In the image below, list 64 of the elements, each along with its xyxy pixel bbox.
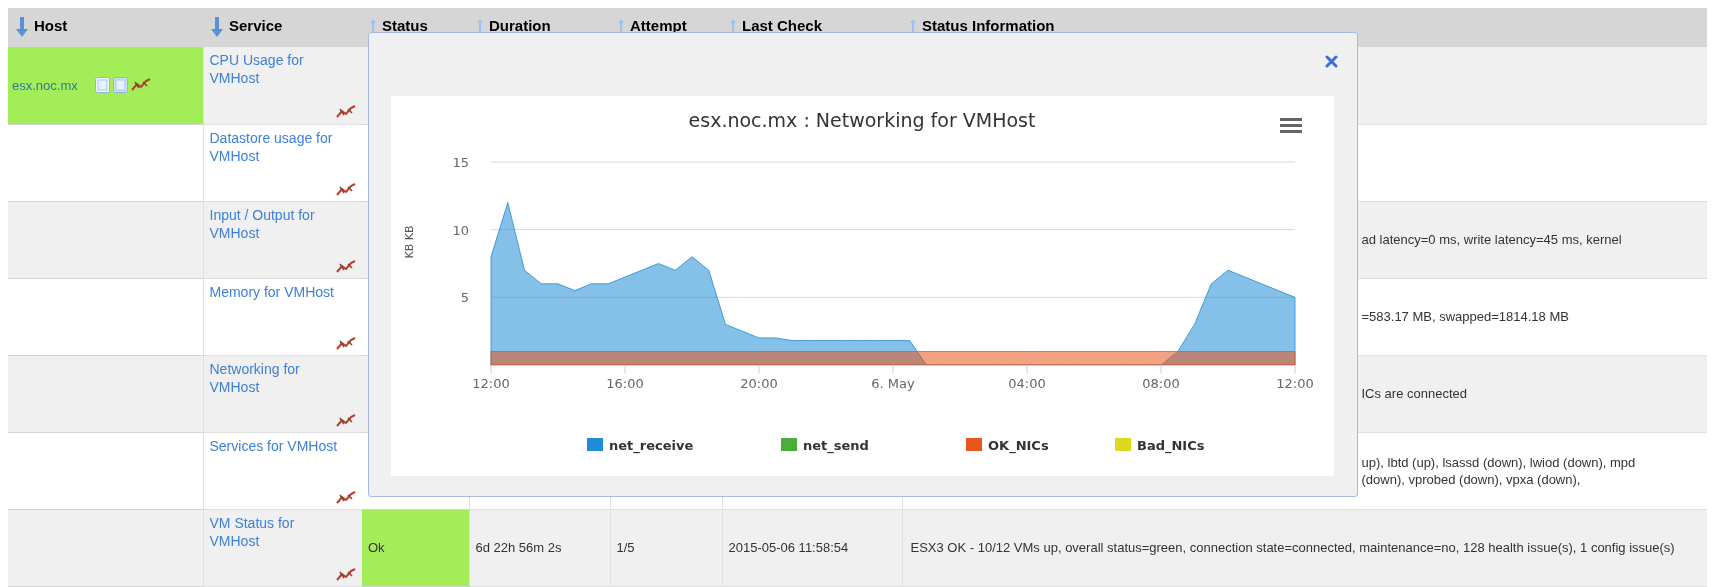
cell-text: 6d 22h 56m 2s bbox=[475, 539, 562, 555]
sort-arrow-icon[interactable] bbox=[211, 17, 223, 37]
service-link[interactable]: Memory for VMHost bbox=[209, 282, 338, 301]
close-button[interactable] bbox=[1323, 53, 1339, 69]
axis-tick-label: 12:00 bbox=[472, 376, 510, 391]
legend-swatch[interactable] bbox=[966, 438, 982, 451]
status-text: ESX3 OK - 10/12 VMs up, overall status=green, connection state=connected, maintenance=no, 128 health issue(s), 1 config issue(s) bbox=[910, 539, 1676, 556]
sort-arrow-icon[interactable] bbox=[477, 19, 483, 33]
service-link[interactable]: Input / Output for VMHost bbox=[209, 205, 338, 242]
column-header[interactable]: Status Information bbox=[922, 17, 1055, 35]
menu-icon[interactable] bbox=[1280, 118, 1302, 133]
graph-icon[interactable] bbox=[336, 413, 356, 428]
axis-tick-label: 20:00 bbox=[740, 376, 778, 391]
graph-icon[interactable] bbox=[130, 78, 151, 93]
column-header[interactable]: Service bbox=[229, 17, 283, 35]
legend-label[interactable]: net_send bbox=[803, 438, 869, 453]
axis-tick-label: 12:00 bbox=[1276, 376, 1314, 391]
window-icon[interactable] bbox=[94, 77, 110, 94]
graph-icon[interactable] bbox=[336, 259, 356, 274]
axis-tick-label: 16:00 bbox=[606, 376, 644, 391]
graph-icon[interactable] bbox=[336, 567, 356, 582]
status-text: ad latency=0 ms, write latency=45 ms, kernel bbox=[1361, 231, 1623, 248]
axis-tick-label: 10 bbox=[452, 222, 469, 238]
service-link[interactable]: Datastore usage for VMHost bbox=[209, 128, 338, 165]
sort-arrow-icon[interactable] bbox=[910, 19, 916, 33]
axis-title: KB KB bbox=[403, 225, 416, 259]
legend-swatch[interactable] bbox=[587, 438, 603, 451]
legend-label[interactable]: OK_NICs bbox=[988, 438, 1049, 453]
column-header[interactable]: Duration bbox=[489, 17, 551, 35]
cell-text: 1/5 bbox=[616, 539, 635, 555]
axis-tick-label: 5 bbox=[460, 290, 469, 306]
legend-label[interactable]: net_receive bbox=[609, 438, 694, 453]
status-text: up), lbtd (up), lsassd (down), lwiod (down), mpd (down), vprobed (down), vpxa (down), bbox=[1361, 453, 1637, 488]
column-header[interactable]: Status bbox=[382, 17, 428, 35]
sort-arrow-icon[interactable] bbox=[618, 19, 624, 33]
graph-icon[interactable] bbox=[336, 490, 356, 505]
column-header[interactable]: Attempt bbox=[630, 17, 687, 35]
sort-arrow-icon[interactable] bbox=[16, 17, 28, 37]
service-link[interactable]: Services for VMHost bbox=[209, 436, 338, 455]
chart-title: esx.noc.mx : Networking for VMHost bbox=[688, 109, 1036, 131]
column-header[interactable]: Last Check bbox=[742, 17, 823, 35]
service-link[interactable]: VM Status for VMHost bbox=[209, 513, 338, 550]
window-icon[interactable] bbox=[112, 77, 128, 94]
sort-arrow-icon[interactable] bbox=[370, 19, 376, 33]
axis-tick-label: 6. May bbox=[871, 376, 915, 391]
legend-label[interactable]: Bad_NICs bbox=[1137, 438, 1205, 453]
graph-icon[interactable] bbox=[336, 182, 356, 197]
cell-text: 2015-05-06 11:58:54 bbox=[728, 539, 849, 555]
close-icon bbox=[1324, 54, 1338, 68]
host-link[interactable]: esx.noc.mx bbox=[12, 75, 78, 95]
axis-tick-label: 04:00 bbox=[1008, 376, 1046, 391]
legend-swatch[interactable] bbox=[781, 438, 797, 451]
service-link[interactable]: CPU Usage for VMHost bbox=[209, 51, 338, 87]
status-text: ICs are connected bbox=[1361, 385, 1468, 402]
status-text: =583.17 MB, swapped=1814.18 MB bbox=[1361, 308, 1570, 325]
graph-icon[interactable] bbox=[336, 336, 356, 351]
graph-icon[interactable] bbox=[336, 105, 356, 119]
service-link[interactable]: Networking for VMHost bbox=[209, 359, 338, 396]
axis-tick-label: 08:00 bbox=[1142, 376, 1180, 391]
sort-arrow-icon[interactable] bbox=[730, 19, 736, 33]
status-label: Ok bbox=[368, 539, 385, 555]
column-header[interactable]: Host bbox=[34, 17, 68, 35]
axis-tick-label: 15 bbox=[452, 155, 469, 170]
legend-swatch[interactable] bbox=[1115, 438, 1131, 451]
